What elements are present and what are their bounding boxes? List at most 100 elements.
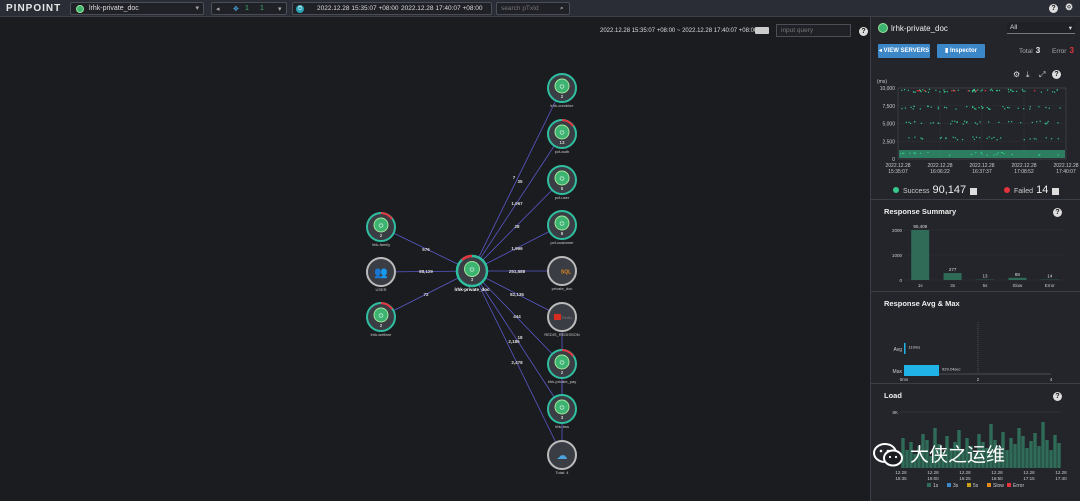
scatter-point [966, 105, 968, 108]
app-logo: PINPOINT [6, 3, 62, 14]
scatter-failed-point [953, 90, 956, 92]
avgmax-value: 929.24sec [942, 367, 960, 372]
node-users[interactable]: 👥 USER [366, 257, 396, 292]
scatter-point [1020, 122, 1022, 124]
time-from[interactable]: 2022.12.28 15:35:07 +08:00 [317, 5, 399, 12]
clock-icon: ⏱ [296, 5, 304, 13]
node-lrhk-welfare[interactable]: ⏻ 2 lrhk-welfare [366, 302, 396, 337]
scatter-help-icon[interactable]: ? [1052, 70, 1061, 79]
scatter-point [1008, 121, 1010, 123]
scatter-point [1008, 107, 1010, 109]
checkbox-icon[interactable] [970, 187, 978, 195]
scatter-point [913, 152, 915, 154]
rs-bar-label: 14 [1047, 274, 1053, 279]
node-total-cloud[interactable]: ☁ Total: 4 [547, 440, 577, 475]
scatter-failed-point [916, 90, 919, 92]
scatter-point [1050, 138, 1053, 140]
time-to[interactable]: 2022.12.28 17:40:07 +08:00 [401, 5, 483, 12]
transaction-search[interactable]: search pTxId ⌕ [496, 2, 570, 15]
load-legend-label: 3s [953, 483, 959, 489]
scatter-point [1006, 106, 1009, 109]
help-icon[interactable]: ? [1049, 4, 1058, 13]
node-label: lrhk-private_doc [454, 287, 490, 292]
scatter-point [993, 154, 995, 156]
scatter-point [990, 88, 993, 90]
node-lrhk-combine[interactable]: ⏻ 2 lrhk-combine [547, 73, 577, 108]
filter-arrows-icon: ◂ [216, 6, 220, 13]
help-icon[interactable]: ? [1053, 392, 1062, 401]
redis-text-icon: Redis [562, 315, 572, 320]
scatter-point [1022, 90, 1024, 92]
node-lrhk-private-pay[interactable]: ⏻ 2 lrhk-private_pay [547, 349, 577, 384]
max-label: Max [893, 369, 903, 375]
success-legend[interactable]: Success 90,147 [893, 184, 978, 196]
inspector-button[interactable]: ▮ Inspector [937, 44, 985, 58]
scatter-point [998, 121, 1000, 123]
spring-boot-icon [878, 23, 888, 33]
help-icon[interactable]: ? [1053, 208, 1062, 217]
power-icon: ⏻ [379, 313, 384, 320]
scatter-point [939, 137, 942, 139]
gear-icon[interactable]: ⚙ [1013, 70, 1020, 79]
rs-ytick: 1000 [892, 253, 903, 258]
node-pcf-customer[interactable]: ⏻ 9 pcf-customer [547, 210, 577, 245]
scatter-point [988, 121, 990, 123]
scatter-point [1021, 89, 1024, 91]
load-legend-swatch [947, 483, 951, 487]
scatter-point [901, 107, 903, 110]
scatter-point [973, 88, 976, 91]
scatter-point [920, 122, 923, 124]
scatter-point [981, 89, 983, 91]
scatter-point [982, 107, 984, 109]
scatter-point [1000, 152, 1003, 154]
application-selector[interactable]: lrhk-private_doc ▾ [70, 2, 204, 15]
agent-select[interactable]: All ▾ [1007, 22, 1075, 34]
scatter-point [979, 137, 981, 139]
gear-icon[interactable]: ⚙ [1064, 2, 1074, 12]
node-label: lrhk-welfare [371, 332, 392, 337]
scatter-point [1008, 91, 1010, 93]
scatter-point [904, 89, 906, 91]
search-input[interactable]: search pTxId [501, 5, 539, 12]
node-lrhk-family[interactable]: ⏻ 2 lrhk-family [366, 212, 396, 247]
node-redis[interactable]: Redis REDIS_REDISSON [544, 302, 580, 337]
node-sql-private-doc[interactable]: SQL private_doc [547, 256, 577, 291]
rs-ytick: 0 [899, 278, 902, 283]
node-pcf-user[interactable]: ⏻ 5 pcf-user [547, 165, 577, 200]
avgmax-xtick: 4 [1050, 377, 1053, 382]
search-icon[interactable]: ⌕ [560, 5, 564, 13]
scatter-point [902, 152, 904, 154]
node-lrhk-private-doc-center[interactable]: ⏻ 3 lrhk-private_doc [454, 254, 490, 292]
load-legend-swatch [1007, 483, 1011, 487]
rs-category: 5s [983, 283, 989, 288]
scatter-point [912, 108, 914, 110]
scatter-point [973, 138, 975, 140]
edge-label-r1: 7 [513, 175, 516, 180]
edge-label-r4: 28 [514, 224, 520, 229]
scatter-point [1054, 91, 1056, 93]
scatter-point [1047, 120, 1049, 123]
view-servers-button[interactable]: ◂ VIEW SERVERS [878, 44, 930, 58]
time-range-picker[interactable]: ⏱ 2022.12.28 15:35:07 +08:00 ~ 2022.12.2… [292, 2, 492, 15]
node-label: private_doc [552, 286, 573, 291]
node-label: USER [375, 287, 386, 292]
scatter-point [1017, 107, 1019, 109]
scatter-point [1040, 91, 1042, 93]
scatter-point [993, 136, 995, 139]
scatter-point [1003, 152, 1005, 155]
server-map[interactable]: 2022.12.28 15:35:07 +08:00 ~ 2022.12.28 … [0, 17, 870, 501]
failed-legend[interactable]: Failed 14 [1004, 184, 1060, 196]
scatter-point [927, 91, 930, 93]
agent-select-value: All [1010, 24, 1018, 31]
scatter-point [1045, 123, 1047, 125]
server-map-graph[interactable]: 576 88,129 72 7 35 1,067 28 1,966 251,58… [0, 17, 870, 501]
scatter-point [978, 106, 980, 109]
scatter-point [980, 90, 982, 92]
node-lrhk-bss[interactable]: ⏻ 3 lrhk-bss [547, 394, 577, 429]
scatter-point [1023, 138, 1025, 141]
chevron-down-icon: ▾ [1068, 25, 1072, 32]
scatter-point [928, 88, 931, 90]
agent-filter-toggle[interactable]: ◂ ✥ 1 1 ▾ [211, 2, 287, 15]
checkbox-icon[interactable] [1052, 187, 1060, 195]
scatter-point [1039, 154, 1041, 156]
